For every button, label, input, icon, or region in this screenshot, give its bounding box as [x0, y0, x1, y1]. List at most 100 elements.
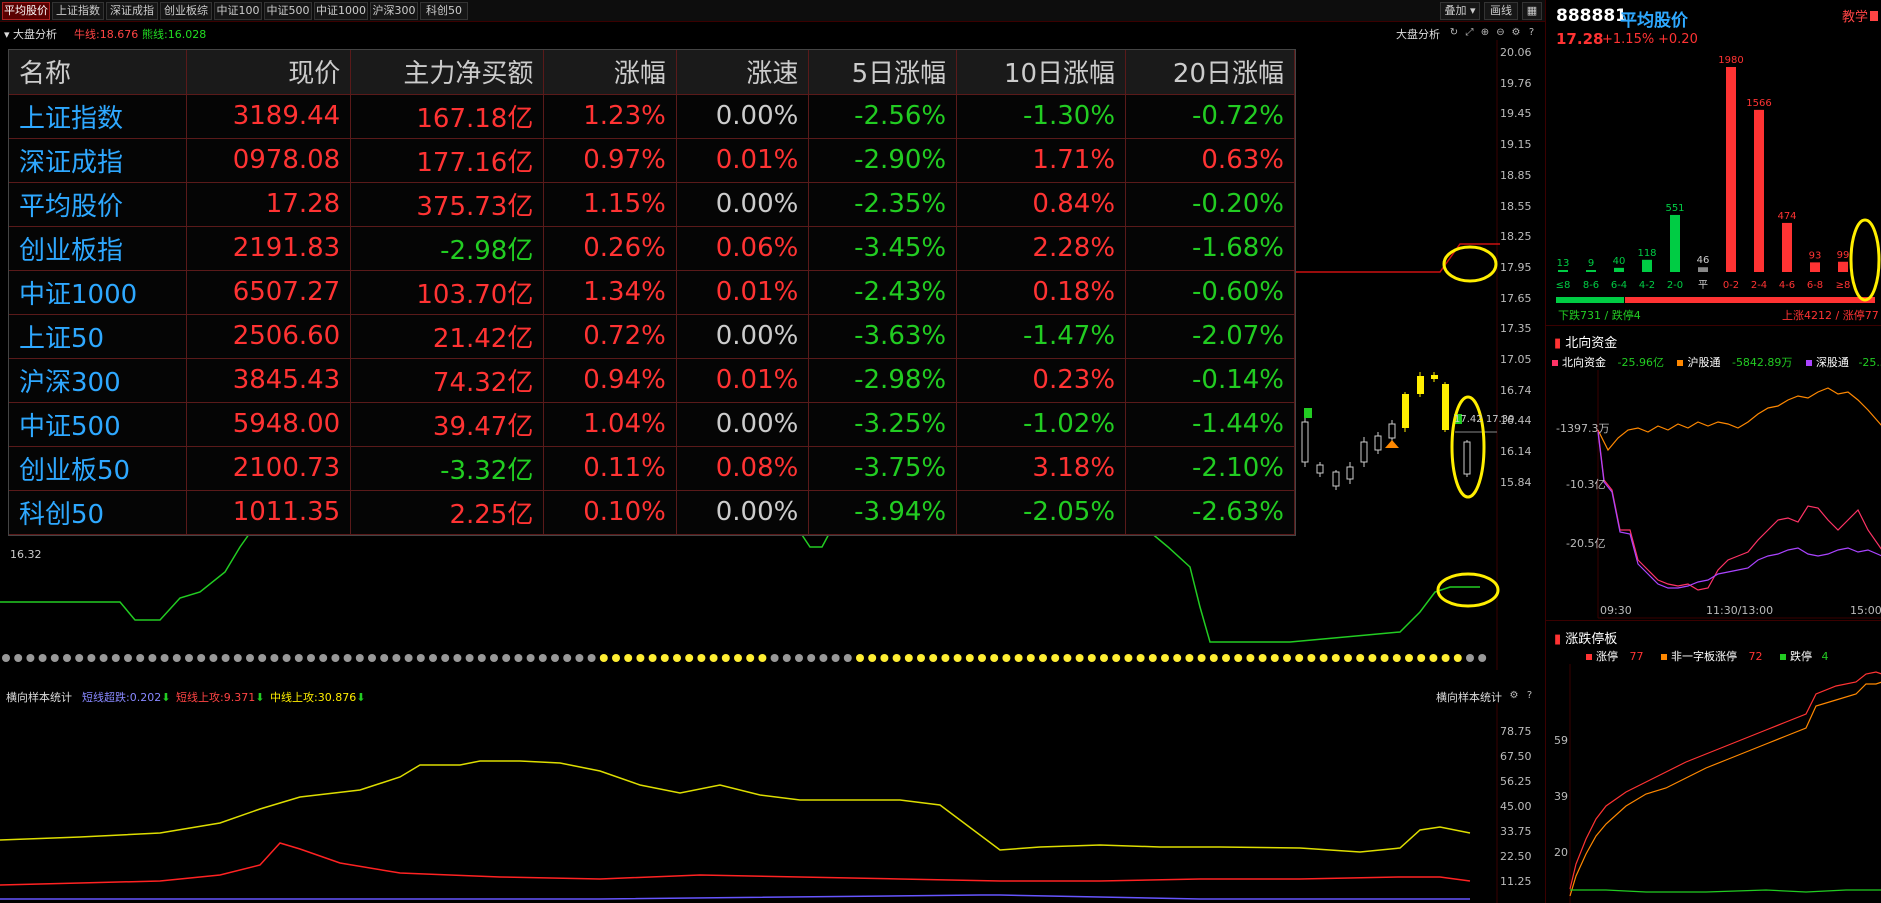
- dist-value-label: 46: [1697, 255, 1710, 266]
- status-dot: [1112, 654, 1121, 662]
- highlight-ellipse: [1436, 572, 1500, 608]
- up-count-label: 上涨4212 / 涨停77: [1782, 309, 1879, 322]
- status-dot: [1075, 654, 1084, 662]
- status-dot: [502, 654, 511, 662]
- status-dot: [648, 654, 657, 662]
- table-header[interactable]: 涨幅: [543, 50, 677, 95]
- table-row[interactable]: 创业板50 2100.73 -3.32亿 0.11% 0.08% -3.75% 3.18% -…: [9, 446, 1295, 491]
- status-dot: [1051, 654, 1060, 662]
- status-dot: [1344, 654, 1352, 662]
- tab-sz-index[interactable]: 深证成指: [106, 2, 158, 20]
- table-row[interactable]: 深证成指 0978.08 177.16亿 0.97% 0.01% -2.90% 1.71% 0…: [9, 138, 1295, 183]
- table-row[interactable]: 平均股价 17.28 375.73亿 1.15% 0.00% -2.35% 0.84% -0.…: [9, 182, 1295, 227]
- y-axis-tick: 16.44: [1500, 414, 1532, 428]
- north-x-tick: 09:30: [1600, 604, 1632, 617]
- index-name-cell: 创业板指: [9, 226, 187, 271]
- table-cell: 2.25亿: [350, 490, 545, 535]
- table-cell: -2.35%: [808, 182, 958, 227]
- dist-category-label: 2-4: [1751, 280, 1767, 291]
- table-cell: 6507.27: [186, 270, 352, 315]
- short-attack-line: [0, 842, 1471, 886]
- tab-sh-index[interactable]: 上证指数: [52, 2, 104, 20]
- sample-stats-chart: 横向样本统计 短线超跌:0.202⬇ 短线上攻:9.371⬇ 中线上攻:30.8…: [0, 685, 1545, 903]
- table-cell: 0.26%: [543, 226, 677, 271]
- status-dot: [1209, 654, 1218, 662]
- status-dot: [953, 654, 962, 662]
- dist-value-label: 551: [1665, 203, 1684, 214]
- status-dot: [807, 654, 816, 662]
- status-dot: [1002, 654, 1011, 662]
- status-dot: [392, 654, 401, 662]
- status-dot: [904, 654, 913, 662]
- table-cell: -3.25%: [808, 402, 958, 447]
- table-row[interactable]: 中证1000 6507.27 103.70亿 1.34% 0.01% -2.43% 0.18…: [9, 270, 1295, 315]
- table-row[interactable]: 上证50 2506.60 21.42亿 0.72% 0.00% -3.63% -1.47% -…: [9, 314, 1295, 359]
- table-cell: 1.04%: [543, 402, 677, 447]
- table-cell: 0.00%: [676, 94, 810, 139]
- tab-hs300[interactable]: 沪深300: [370, 2, 418, 20]
- tab-gem-composite[interactable]: 创业板综: [160, 2, 212, 20]
- table-cell: 0.63%: [1125, 138, 1295, 183]
- table-row[interactable]: 科创50 1011.35 2.25亿 0.10% 0.00% -3.94% -2.05% -2…: [9, 490, 1295, 535]
- table-cell: -0.60%: [1125, 270, 1295, 315]
- status-dot: [1136, 654, 1145, 662]
- table-row[interactable]: 上证指数 3189.44 167.18亿 1.23% 0.00% -2.56% -1.30%…: [9, 94, 1295, 139]
- y-axis-tick: 18.55: [1500, 199, 1532, 213]
- status-dot: [1039, 654, 1047, 662]
- legend-dot-icon: [1661, 654, 1667, 660]
- status-dot: [941, 654, 950, 662]
- table-row[interactable]: 中证500 5948.00 39.47亿 1.04% 0.00% -3.25% -1.02%…: [9, 402, 1295, 447]
- table-row[interactable]: 沪深300 3845.43 74.32亿 0.94% 0.01% -2.98% 0.23% -…: [9, 358, 1295, 403]
- table-header[interactable]: 涨速: [676, 50, 810, 95]
- status-dot: [685, 654, 694, 662]
- table-header[interactable]: 名称: [9, 50, 187, 95]
- tab-avg-price[interactable]: 平均股价: [2, 2, 50, 20]
- status-dot: [965, 654, 974, 662]
- table-header[interactable]: 现价: [186, 50, 352, 95]
- table-cell: 39.47亿: [350, 402, 545, 447]
- table-cell: 17.28: [186, 182, 352, 227]
- table-row[interactable]: 创业板指 2191.83 -2.98亿 0.26% 0.06% -3.45% 2.28% -1…: [9, 226, 1295, 271]
- status-dot: [917, 654, 925, 662]
- north-y-tick: -10.3亿: [1566, 478, 1606, 491]
- dist-bar: [1586, 270, 1596, 272]
- status-dot: [294, 654, 303, 662]
- status-dot: [1100, 654, 1108, 662]
- grid-icon[interactable]: ▦: [1522, 2, 1542, 20]
- limit-legend: 涨停 77 非一字板涨停 72 跌停 4: [1586, 648, 1829, 664]
- status-dot: [258, 654, 267, 662]
- table-cell: -2.05%: [956, 490, 1127, 535]
- tab-csi100[interactable]: 中证100: [214, 2, 262, 20]
- tab-csi500[interactable]: 中证500: [264, 2, 312, 20]
- status-dot: [1161, 654, 1169, 662]
- table-header[interactable]: 5日涨幅: [808, 50, 958, 95]
- y-axis-tick: 19.45: [1500, 107, 1532, 121]
- table-cell: -2.90%: [808, 138, 958, 183]
- mid-attack-line: [0, 760, 1471, 853]
- status-dot: [1368, 654, 1377, 662]
- tab-star50[interactable]: 科创50: [420, 2, 468, 20]
- status-dot: [636, 654, 645, 662]
- north-x-tick: 15:00: [1850, 604, 1881, 617]
- table-header[interactable]: 主力净买额: [350, 50, 545, 95]
- draw-line-button[interactable]: 画线: [1484, 2, 1518, 20]
- y-axis-tick: 20.06: [1500, 46, 1532, 59]
- table-header[interactable]: 10日涨幅: [956, 50, 1127, 95]
- dist-category-label: 4-2: [1639, 280, 1655, 291]
- table-cell: 0.00%: [676, 314, 810, 359]
- status-dot: [209, 654, 218, 662]
- table-header[interactable]: 20日涨幅: [1125, 50, 1295, 95]
- status-dot: [868, 654, 877, 662]
- table-cell: 0.18%: [956, 270, 1127, 315]
- overlay-button[interactable]: 叠加 ▾: [1440, 2, 1480, 20]
- status-dot: [1087, 654, 1096, 662]
- index-name-cell: 沪深300: [9, 358, 187, 403]
- tab-csi1000[interactable]: 中证1000: [314, 2, 368, 20]
- dist-bar: [1698, 267, 1708, 272]
- legend-dot-icon: [1552, 360, 1558, 366]
- status-dot: [87, 654, 96, 662]
- table-cell: -1.47%: [956, 314, 1127, 359]
- legend-dot-icon: [1586, 654, 1592, 660]
- limit-y-tick: 59: [1554, 734, 1568, 747]
- limit-up-line: [1569, 671, 1881, 890]
